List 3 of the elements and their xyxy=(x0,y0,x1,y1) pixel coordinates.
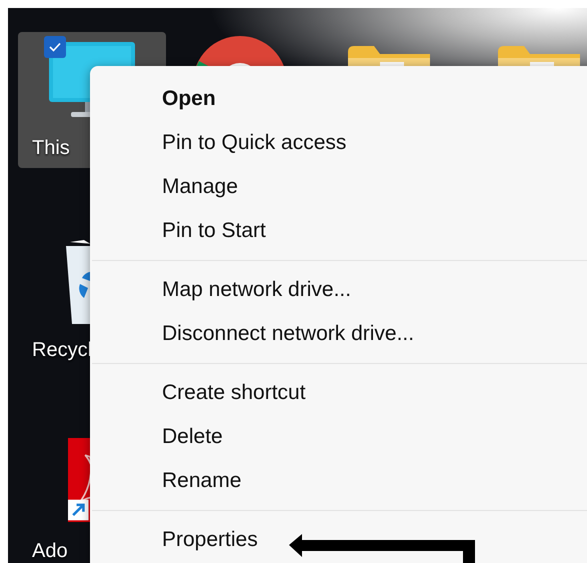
icon-label: Recycl xyxy=(32,340,92,360)
icon-label: This xyxy=(32,138,70,158)
icon-label: Ado xyxy=(32,541,68,561)
